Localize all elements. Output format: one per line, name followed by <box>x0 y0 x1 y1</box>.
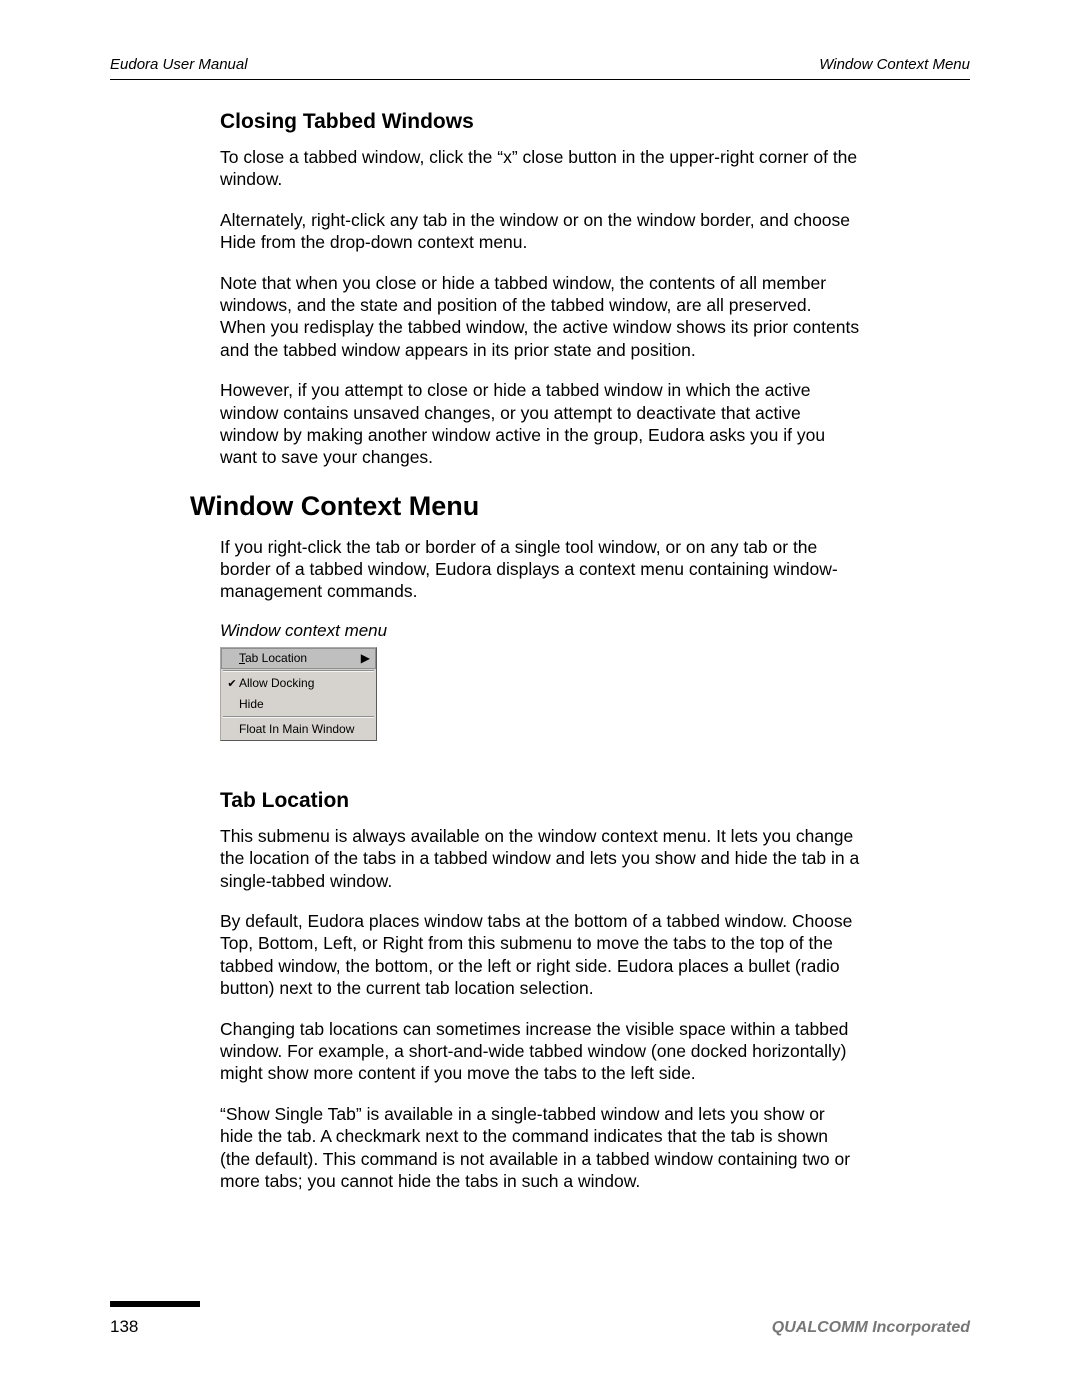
paragraph: “Show Single Tab” is available in a sing… <box>220 1103 860 1193</box>
paragraph: However, if you attempt to close or hide… <box>220 379 860 469</box>
figure-caption: Window context menu <box>220 621 970 641</box>
window-context-menu-mockup: Tab Location ▶ ✔ Allow Docking Hide Floa… <box>220 647 377 741</box>
menu-item-hide[interactable]: Hide <box>221 694 376 715</box>
manual-page: Eudora User Manual Window Context Menu C… <box>0 0 1080 1397</box>
running-head: Eudora User Manual Window Context Menu <box>110 56 970 79</box>
page-number: 138 <box>110 1317 138 1337</box>
menu-item-allow-docking[interactable]: ✔ Allow Docking <box>221 673 376 694</box>
menu-label-rest: ab Location <box>245 651 307 665</box>
page-content: Closing Tabbed Windows To close a tabbed… <box>220 110 970 1192</box>
menu-item-label: Float In Main Window <box>239 722 360 736</box>
menu-item-label: Hide <box>239 697 360 711</box>
paragraph: Changing tab locations can sometimes inc… <box>220 1018 860 1085</box>
menu-item-tab-location[interactable]: Tab Location ▶ <box>221 648 376 669</box>
paragraph: Note that when you close or hide a tabbe… <box>220 272 860 362</box>
running-head-left: Eudora User Manual <box>110 56 248 73</box>
heading-tab-location: Tab Location <box>220 789 970 813</box>
menu-item-label: Tab Location <box>239 651 360 665</box>
running-head-right: Window Context Menu <box>819 56 970 73</box>
footer-rule <box>110 1301 200 1307</box>
checkmark-icon: ✔ <box>225 677 239 690</box>
paragraph: If you right-click the tab or border of … <box>220 536 860 603</box>
paragraph: By default, Eudora places window tabs at… <box>220 910 860 1000</box>
menu-separator <box>223 716 374 718</box>
heading-window-context-menu: Window Context Menu <box>190 491 970 522</box>
menu-separator <box>223 670 374 672</box>
company-name: QUALCOMM Incorporated <box>772 1319 970 1337</box>
paragraph: Alternately, right-click any tab in the … <box>220 209 860 254</box>
paragraph: This submenu is always available on the … <box>220 825 860 892</box>
heading-closing-tabbed-windows: Closing Tabbed Windows <box>220 110 970 134</box>
paragraph: To close a tabbed window, click the “x” … <box>220 146 860 191</box>
menu-item-float-in-main-window[interactable]: Float In Main Window <box>221 719 376 740</box>
submenu-arrow-icon: ▶ <box>360 651 370 665</box>
page-footer: 138 QUALCOMM Incorporated <box>110 1301 970 1337</box>
menu-item-label: Allow Docking <box>239 676 360 690</box>
header-rule <box>110 79 970 80</box>
